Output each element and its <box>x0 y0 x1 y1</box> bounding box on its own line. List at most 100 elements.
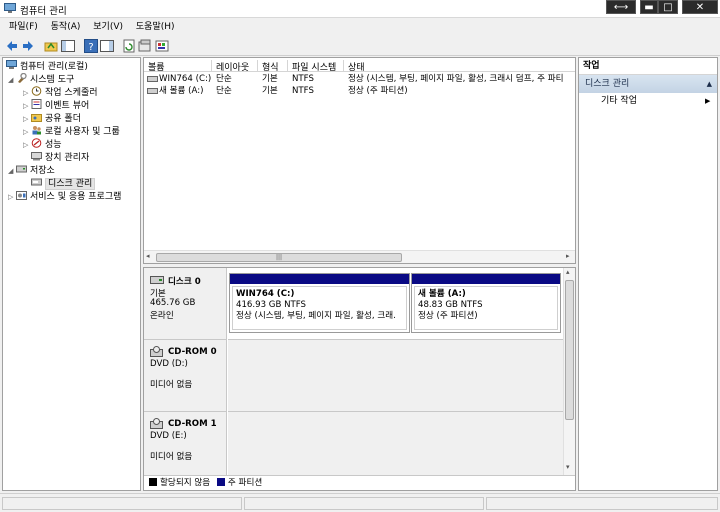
vertical-scroll-thumb[interactable] <box>565 280 574 420</box>
expand-triangle-icon[interactable]: ▷ <box>8 191 16 204</box>
status-panel <box>486 497 718 510</box>
volume-status: 정상 (시스템, 부팅, 페이지 파일, 활성, 크래시 덤프, 주 파티 <box>348 74 564 84</box>
refresh-icon[interactable] <box>122 39 136 53</box>
legend-primary: 주 파티션 <box>227 478 263 488</box>
drive-icon <box>147 88 158 94</box>
column-header-filesystem[interactable]: 파일 시스템 <box>288 60 344 73</box>
menu-bar: 파일(F) 동작(A) 보기(V) 도움말(H) <box>0 19 720 36</box>
volume-row[interactable]: WIN764 (C:) 단순 기본 NTFS 정상 (시스템, 부팅, 페이지 … <box>144 73 575 85</box>
column-header-type[interactable]: 형식 <box>258 60 288 73</box>
menu-help[interactable]: 도움말(H) <box>131 19 180 36</box>
maximize-button[interactable]: □ <box>658 0 678 14</box>
center-pane: 볼륨 레이아웃 형식 파일 시스템 상태 WIN764 (C:) 단순 기본 N… <box>143 57 576 491</box>
scroll-up-arrow-icon[interactable]: ▴ <box>566 268 570 276</box>
disk-0-partitions: WIN764 (C:) 416.93 GB NTFS 정상 (시스템, 부팅, … <box>228 268 563 340</box>
tree-item-services-applications[interactable]: ▷ 서비스 및 응용 프로그램 <box>8 190 121 203</box>
disk-name: CD-ROM 1 <box>168 419 217 429</box>
menu-view[interactable]: 보기(V) <box>88 19 128 36</box>
actions-pane: 작업 디스크 관리 ▲ 기타 작업 ▶ <box>578 57 718 491</box>
collapse-up-icon[interactable]: ▲ <box>707 75 712 93</box>
volume-list-header: 볼륨 레이아웃 형식 파일 시스템 상태 <box>144 58 575 73</box>
partition-body: 새 볼륨 (A:) 48.83 GB NTFS 정상 (주 파티션) <box>414 286 558 330</box>
tree-item-system-tools[interactable]: ◢ 시스템 도구 <box>8 73 74 86</box>
partition-name: 새 볼륨 (A:) <box>418 289 466 299</box>
svg-text:?: ? <box>88 42 93 53</box>
primary-partition-bar <box>412 274 560 284</box>
toolbar: ? <box>0 37 720 56</box>
volume-row[interactable]: 새 볼륨 (A:) 단순 기본 NTFS 정상 (주 파티션) <box>144 85 575 97</box>
clock-icon <box>31 86 42 96</box>
column-header-volume[interactable]: 볼륨 <box>144 60 212 73</box>
tree-label: 서비스 및 응용 프로그램 <box>30 192 122 202</box>
tree-label: 장치 관리자 <box>45 153 90 163</box>
show-hide-action-pane-icon[interactable] <box>100 39 114 53</box>
scroll-left-arrow-icon[interactable]: ◂ <box>146 252 150 260</box>
computer-management-app-icon <box>4 3 16 13</box>
tree-item-storage[interactable]: ◢ 저장소 <box>8 164 55 177</box>
title-bar[interactable]: 컴퓨터 관리 ⟷ ▬ □ ✕ <box>0 0 720 18</box>
close-button[interactable]: ✕ <box>682 0 718 14</box>
tree-label: 저장소 <box>30 166 55 176</box>
tree-item-event-viewer[interactable]: ▷ 이벤트 뷰어 <box>23 99 89 112</box>
more-actions-item[interactable]: 기타 작업 ▶ <box>601 95 710 108</box>
expand-triangle-icon[interactable]: ▷ <box>23 139 31 152</box>
users-icon <box>32 126 41 135</box>
up-folder-icon[interactable] <box>44 39 58 53</box>
menu-action[interactable]: 동작(A) <box>46 19 86 36</box>
unallocated-swatch-icon <box>149 478 157 486</box>
partition-body: WIN764 (C:) 416.93 GB NTFS 정상 (시스템, 부팅, … <box>232 286 407 330</box>
actions-header: 작업 <box>579 58 717 75</box>
tree-label: 로컬 사용자 및 그룹 <box>45 127 120 137</box>
column-header-layout[interactable]: 레이아웃 <box>212 60 258 73</box>
volume-type: 기본 <box>262 74 278 84</box>
collapse-triangle-icon[interactable]: ◢ <box>8 74 16 87</box>
horizontal-scroll-thumb[interactable]: ||| <box>156 253 402 262</box>
legend-unallocated: 할당되지 않음 <box>160 478 211 488</box>
tree-label: 작업 스케줄러 <box>45 88 98 98</box>
volume-status: 정상 (주 파티션) <box>348 86 408 96</box>
disk-0-label[interactable]: 디스크 0 기본 465.76 GB 온라인 <box>144 268 227 340</box>
menu-file[interactable]: 파일(F) <box>4 19 43 36</box>
partition-a[interactable]: 새 볼륨 (A:) 48.83 GB NTFS 정상 (주 파티션) <box>411 273 561 333</box>
disk-view-vertical-scrollbar[interactable]: ▴ ▾ <box>563 268 575 475</box>
tree-item-computer-management[interactable]: 컴퓨터 관리(로컬) <box>6 60 88 73</box>
scroll-down-arrow-icon[interactable]: ▾ <box>566 463 570 471</box>
primary-partition-bar <box>230 274 409 284</box>
volume-layout: 단순 <box>216 86 232 96</box>
volume-type: 기본 <box>262 86 278 96</box>
cdrom-1-label[interactable]: CD-ROM 1 DVD (E:) 미디어 없음 <box>144 412 227 475</box>
hard-disk-icon <box>150 276 164 284</box>
disk-graphical-view: 디스크 0 기본 465.76 GB 온라인 WIN764 (C:) 416.9… <box>143 267 576 491</box>
primary-partition-swatch-icon <box>216 478 225 486</box>
properties-icon[interactable] <box>138 39 152 53</box>
back-arrow-icon[interactable] <box>5 39 19 53</box>
volume-filesystem: NTFS <box>292 86 314 96</box>
tree-item-performance[interactable]: ▷ 성능 <box>23 138 62 151</box>
cdrom-icon <box>150 346 163 357</box>
show-hide-console-tree-icon[interactable] <box>61 39 75 53</box>
status-bar <box>0 493 720 512</box>
tree-item-shared-folders[interactable]: ▷ 공유 폴더 <box>23 112 81 125</box>
cdrom-0-label[interactable]: CD-ROM 0 DVD (D:) 미디어 없음 <box>144 340 227 412</box>
help-icon[interactable]: ? <box>84 39 98 53</box>
tree-item-disk-management[interactable]: 디스크 관리 <box>31 177 96 190</box>
volume-list-horizontal-scrollbar[interactable]: ◂ ||| ▸ <box>144 250 575 263</box>
restore-window-button[interactable]: ⟷ <box>606 0 636 14</box>
disk-properties-icon[interactable] <box>155 39 169 53</box>
actions-section-disk-management[interactable]: 디스크 관리 ▲ <box>579 75 717 93</box>
volume-filesystem: NTFS <box>292 74 314 84</box>
column-header-status[interactable]: 상태 <box>344 60 575 73</box>
status-panel <box>2 497 242 510</box>
tree-item-task-scheduler[interactable]: ▷ 작업 스케줄러 <box>23 86 98 99</box>
forward-arrow-icon[interactable] <box>21 39 35 53</box>
partition-name: WIN764 (C:) <box>236 289 295 299</box>
partition-c[interactable]: WIN764 (C:) 416.93 GB NTFS 정상 (시스템, 부팅, … <box>229 273 410 333</box>
tree-label: 디스크 관리 <box>45 178 96 190</box>
tree-item-device-manager[interactable]: 장치 관리자 <box>31 151 89 164</box>
device-manager-icon <box>31 152 42 161</box>
collapse-triangle-icon[interactable]: ◢ <box>8 165 16 178</box>
cdrom-icon <box>150 418 163 429</box>
minimize-button[interactable]: ▬ <box>640 0 658 14</box>
scroll-right-arrow-icon[interactable]: ▸ <box>566 252 570 260</box>
tree-item-local-users-groups[interactable]: ▷ 로컬 사용자 및 그룹 <box>23 125 120 138</box>
